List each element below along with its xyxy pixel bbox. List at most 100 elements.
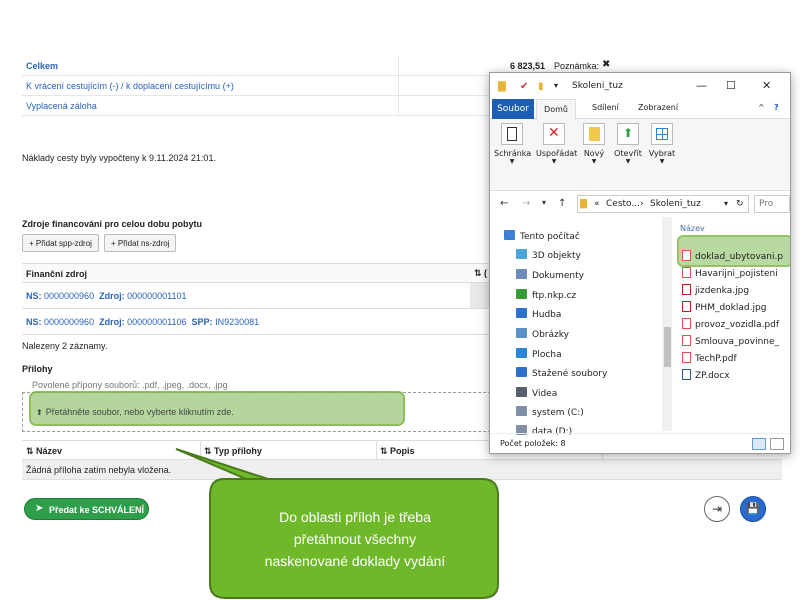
nav-item[interactable]: Obrázky (516, 328, 569, 344)
folder-icon: ▇ (580, 199, 587, 209)
tab-home[interactable]: Domů (536, 99, 576, 119)
submit-for-approval-button[interactable]: ➤ Předat ke SCHVÁLENÍ (24, 498, 149, 520)
column-name[interactable]: Název (680, 224, 705, 233)
file-item[interactable]: TechP.pdf (682, 352, 737, 368)
nav-item-icon (516, 289, 527, 299)
path-segment[interactable]: Skoleni_tuz (650, 199, 701, 209)
exit-icon[interactable]: ⇥ (704, 496, 730, 522)
help-icon[interactable]: ? (774, 103, 779, 112)
tab-share[interactable]: Sdílení (592, 103, 619, 112)
add-ns-source-button[interactable]: + Přidat ns-zdroj (104, 234, 177, 252)
total-label: Celkem (26, 61, 59, 71)
organize-icon: ✕ (543, 123, 565, 145)
file-name: PHM_doklad.jpg (695, 303, 767, 313)
nav-item[interactable]: 3D objekty (516, 249, 581, 265)
file-item[interactable]: doklad_ubytovani.p (682, 250, 783, 266)
expand-ribbon-icon[interactable]: ^ (758, 103, 765, 112)
column-divider (398, 96, 399, 116)
file-item[interactable]: provoz_vozidla.pdf (682, 318, 779, 334)
scroll-thumb[interactable] (664, 327, 671, 367)
nav-item[interactable]: Stažené soubory (516, 367, 607, 383)
path-overflow[interactable]: « (594, 199, 600, 209)
column-name[interactable]: ⇅ Název (26, 446, 62, 457)
nav-item[interactable]: Hudba (516, 308, 561, 324)
ribbon: Schránka ▼ ✕ Uspořádat ▼ Nový ▼ ⬆ Otevřít ▼ … (490, 119, 790, 191)
file-item[interactable]: jizdenka.jpg (682, 284, 749, 300)
note-remove-icon[interactable]: ✖ (602, 59, 610, 70)
nav-item-label: system (C:) (532, 408, 584, 418)
tab-file[interactable]: Soubor (492, 99, 534, 119)
navigation-pane: Tento počítač 3D objekty Dokumenty ftp.nkp.… (490, 217, 676, 437)
refresh-icon[interactable]: ↻ (736, 199, 744, 209)
file-icon (682, 318, 691, 329)
chevron-down-icon[interactable]: ▾ (724, 199, 728, 208)
file-item[interactable]: Smlouva_povinne_ (682, 335, 779, 351)
nav-item[interactable]: Dokumenty (516, 269, 584, 285)
clipboard-icon (501, 123, 523, 145)
sort-column-icon[interactable]: ⇅ ( (474, 268, 487, 279)
column-description[interactable]: ⇅ Popis (380, 446, 415, 457)
empty-message: Žádná příloha zatím nebyla vložena. (26, 465, 172, 475)
nav-item-label: Videa (532, 389, 558, 399)
back-icon[interactable]: ← (500, 198, 508, 209)
save-icon[interactable]: 💾 (740, 496, 766, 522)
address-bar: ← → ▾ ↑ ▇ « Cesto... › Skoleni_tuz ▾ ↻ P… (490, 191, 790, 217)
path-field[interactable]: ▇ « Cesto... › Skoleni_tuz ▾ ↻ (577, 195, 749, 213)
column-financial-source[interactable]: Finanční zdroj (26, 269, 87, 279)
financing-title: Zdroje financování pro celou dobu pobytu (22, 219, 202, 229)
callout-line: přetáhnout všechny (293, 531, 417, 547)
chevron-down-icon[interactable]: ▾ (554, 81, 558, 90)
details-view-icon[interactable] (752, 438, 766, 450)
financing-row-text: NS: 0000000960 Zdroj: 000000001106 SPP: … (26, 317, 260, 327)
file-name: provoz_vozidla.pdf (695, 320, 780, 330)
tab-view[interactable]: Zobrazení (638, 103, 678, 112)
allowed-extensions: Povolené přípony souborů: .pdf, .jpeg, .… (32, 380, 228, 390)
open-button[interactable]: ⬆ Otevřít ▼ (610, 121, 646, 187)
file-item[interactable]: ZP.docx (682, 369, 730, 385)
nav-item[interactable]: Tento počítač (504, 230, 580, 246)
explorer-titlebar[interactable]: ▇ ✔ ▮ ▾ Skoleni_tuz — ☐ ✕ (490, 73, 790, 99)
file-icon (682, 352, 691, 363)
file-name: doklad_ubytovani.p (695, 252, 784, 262)
nav-scrollbar[interactable] (662, 217, 672, 431)
new-folder-icon[interactable]: ▮ (538, 81, 544, 92)
item-count: Počet položek: 8 (500, 439, 566, 448)
column-type[interactable]: ⇅ Typ přílohy (204, 446, 262, 457)
add-spp-source-button[interactable]: + Přidat spp-zdroj (22, 234, 99, 252)
file-explorer-window[interactable]: ▇ ✔ ▮ ▾ Skoleni_tuz — ☐ ✕ Soubor Domů Sd… (489, 72, 791, 454)
file-icon (682, 267, 691, 278)
clipboard-button[interactable]: Schránka ▼ (494, 121, 531, 187)
callout-line: Do oblasti příloh je třeba (279, 509, 431, 525)
recent-dropdown-icon[interactable]: ▾ (542, 198, 546, 207)
up-icon[interactable]: ↑ (558, 198, 566, 209)
organize-button[interactable]: ✕ Uspořádat ▼ (536, 121, 578, 187)
note-label: Poznámka: (554, 61, 600, 71)
path-segment[interactable]: Cesto... (606, 199, 640, 209)
nav-item[interactable]: Videa (516, 387, 557, 403)
nav-item-icon (516, 269, 527, 279)
search-input[interactable]: Pro (754, 195, 790, 213)
dropzone-label[interactable]: ⬆ Přetáhněte soubor, nebo vyberte kliknut… (36, 407, 234, 417)
ribbon-label: Uspořádat (536, 149, 578, 158)
minimize-icon[interactable]: — (696, 79, 707, 92)
select-button[interactable]: Vybrat ▼ (644, 121, 680, 187)
file-item[interactable]: Havarijni_pojisteni (682, 267, 778, 283)
properties-icon[interactable]: ✔ (520, 81, 528, 92)
tiles-view-icon[interactable] (770, 438, 784, 450)
maximize-icon[interactable]: ☐ (726, 79, 736, 92)
nav-item[interactable]: ftp.nkp.cz (516, 289, 576, 305)
select-icon (651, 123, 673, 145)
file-icon (682, 369, 691, 380)
nav-item[interactable]: system (C:) (516, 406, 584, 422)
close-icon[interactable]: ✕ (762, 79, 771, 92)
nav-item-label: Plocha (532, 350, 562, 360)
folder-icon: ▇ (498, 81, 506, 92)
ribbon-label: Nový (583, 149, 605, 158)
attachments-title: Přílohy (22, 364, 53, 374)
new-button[interactable]: Nový ▼ (576, 121, 612, 187)
file-icon (682, 301, 691, 312)
forward-icon[interactable]: → (522, 198, 530, 209)
file-item[interactable]: PHM_doklad.jpg (682, 301, 766, 317)
file-list: Název doklad_ubytovani.p Havarijni_pojist… (678, 217, 790, 431)
nav-item[interactable]: Plocha (516, 348, 562, 364)
